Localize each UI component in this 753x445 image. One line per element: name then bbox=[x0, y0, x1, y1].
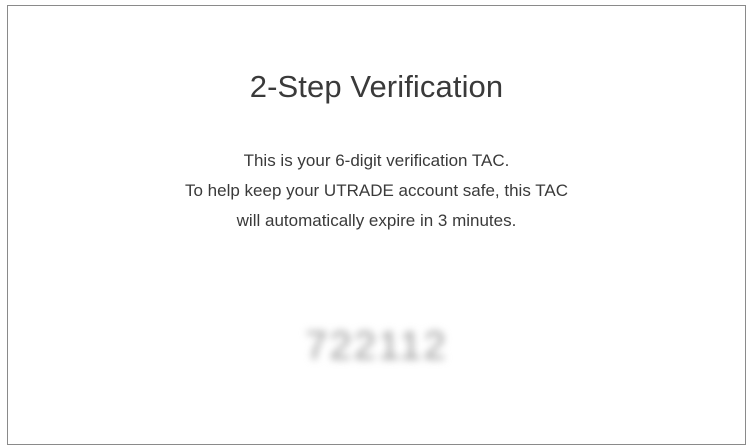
tac-code: 722112 bbox=[305, 324, 448, 368]
verification-message: This is your 6-digit verification TAC. T… bbox=[8, 146, 745, 236]
message-line: To help keep your UTRADE account safe, t… bbox=[185, 181, 568, 200]
message-line: This is your 6-digit verification TAC. bbox=[243, 151, 510, 170]
page-title: 2-Step Verification bbox=[249, 69, 504, 104]
verification-card: 2-Step Verification This is your 6-digit… bbox=[7, 5, 746, 445]
message-line: will automatically expire in 3 minutes. bbox=[236, 211, 517, 230]
